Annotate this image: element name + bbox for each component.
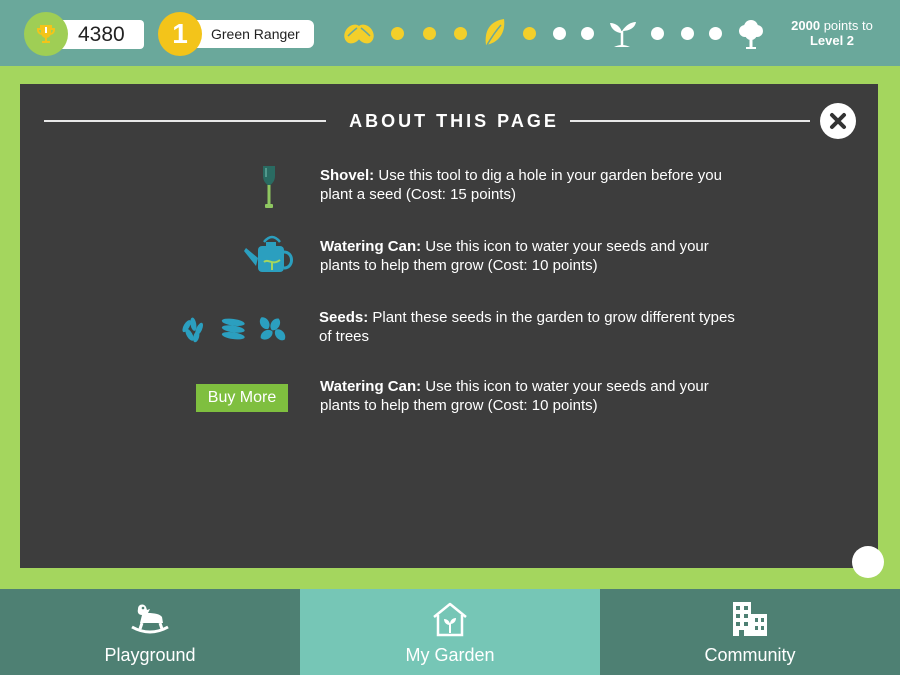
sprout-icon [610, 22, 636, 47]
rocking-horse-icon [0, 599, 300, 639]
progress-dot [388, 14, 406, 52]
progress-dot [706, 14, 724, 52]
trophy-icon [37, 25, 55, 43]
info-text: Watering Can: Use this icon to water you… [320, 237, 740, 275]
info-item-seeds: Seeds: Plant these seeds in the garden t… [20, 306, 878, 350]
close-button[interactable] [820, 103, 856, 139]
progress-dot [678, 14, 696, 52]
info-description: Plant these seeds in the garden to grow … [319, 309, 735, 345]
level-progress [342, 14, 772, 52]
seeds-icons [178, 312, 290, 346]
modal-header: ABOUT THIS PAGE [44, 110, 810, 132]
info-term: Shovel: [320, 167, 375, 184]
seed-type-2-icon [221, 318, 245, 340]
info-term: Watering Can: [320, 378, 422, 395]
tab-label: My Garden [405, 645, 495, 665]
progress-dot [451, 14, 469, 52]
floating-action-button[interactable] [852, 546, 884, 578]
info-item-shovel: Shovel: Use this tool to dig a hole in y… [20, 164, 878, 212]
progress-dot [550, 14, 568, 52]
watering-can-icon [242, 232, 294, 280]
info-term: Watering Can: [320, 238, 422, 255]
close-icon [830, 113, 846, 129]
progress-dot [648, 14, 666, 52]
progress-step [482, 14, 508, 52]
trophy-badge [24, 12, 68, 56]
seeds-icon [344, 24, 374, 44]
rank-title: Green Ranger [186, 20, 314, 48]
progress-step [736, 14, 766, 52]
tab-community[interactable]: Community [600, 589, 900, 675]
level-badge: 1 [158, 12, 202, 56]
tab-label: Playground [104, 645, 196, 665]
divider [570, 120, 810, 122]
info-term: Seeds: [319, 309, 369, 326]
progress-dot [520, 14, 538, 52]
next-level: Level 2 [809, 33, 855, 48]
bottom-nav: Playground My Garden Community [0, 589, 900, 675]
divider [44, 120, 326, 122]
top-bar: 4380 1 Green Ranger 2000 points to Level… [0, 0, 900, 66]
info-item-buy-more: Watering Can: Use this icon to water you… [20, 376, 878, 420]
leaf-icon [485, 19, 505, 46]
about-modal: ABOUT THIS PAGE Shovel: Use this tool to… [20, 84, 878, 568]
points-suffix: points to [820, 18, 873, 33]
points-amount: 2000 [791, 18, 821, 33]
modal-title: ABOUT THIS PAGE [349, 111, 559, 131]
progress-dot [578, 14, 596, 52]
tab-playground[interactable]: Playground [0, 589, 300, 675]
tree-icon [739, 20, 763, 49]
tab-label: Community [704, 645, 796, 665]
progress-step [606, 14, 638, 52]
progress-step [342, 14, 376, 52]
info-text: Watering Can: Use this icon to water you… [320, 377, 740, 415]
info-text: Seeds: Plant these seeds in the garden t… [319, 308, 739, 346]
seed-type-1-icon [182, 317, 204, 343]
greenhouse-icon [300, 599, 600, 639]
progress-dot [420, 14, 438, 52]
info-text: Shovel: Use this tool to dig a hole in y… [320, 166, 740, 204]
seed-type-3-icon [260, 317, 286, 341]
info-item-watering-can: Watering Can: Use this icon to water you… [20, 232, 878, 282]
buildings-icon [600, 599, 900, 639]
tab-my-garden[interactable]: My Garden [300, 589, 600, 675]
points-to-next-level: 2000 points to Level 2 [776, 18, 888, 48]
shovel-icon [256, 164, 282, 210]
info-description: Use this tool to dig a hole in your gard… [320, 167, 722, 203]
